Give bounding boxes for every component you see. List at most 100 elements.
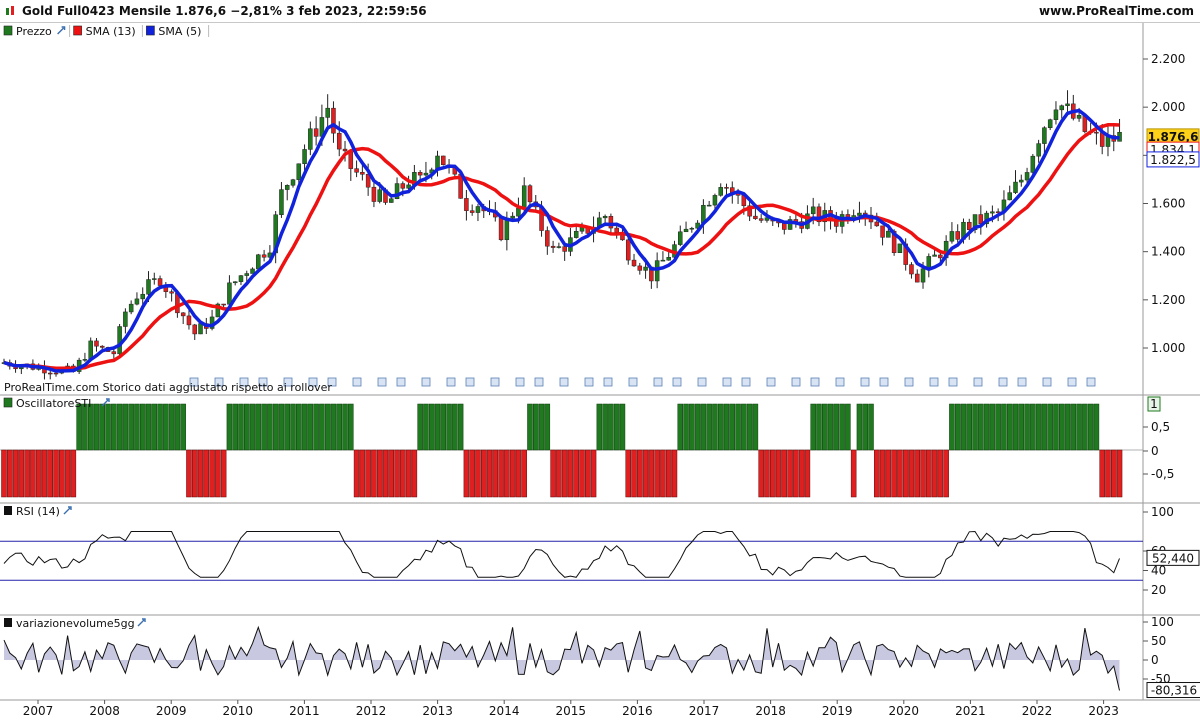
event-marker-icon[interactable] (791, 377, 801, 387)
event-marker-icon[interactable] (628, 377, 638, 387)
year-label: 2015 (556, 704, 587, 718)
event-marker-icon[interactable] (446, 377, 456, 387)
event-marker-icon[interactable] (534, 377, 544, 387)
event-marker-icon[interactable] (998, 377, 1008, 387)
candle (296, 163, 302, 180)
sti-bar (897, 449, 903, 498)
event-marker-icon[interactable] (584, 377, 594, 387)
chart-canvas[interactable]: 2.2002.0001.8001.6001.4001.2001.000Prezz… (0, 0, 1200, 720)
candle (643, 266, 648, 271)
event-marker-icon[interactable] (722, 377, 732, 387)
candle (631, 259, 637, 267)
sti-bar (122, 403, 129, 451)
event-marker-icon[interactable] (396, 377, 406, 387)
candle (82, 359, 88, 361)
event-marker-icon[interactable] (948, 377, 958, 387)
year-label: 2023 (1088, 704, 1119, 718)
candle (279, 189, 284, 215)
candle (938, 254, 943, 259)
candle (360, 172, 365, 175)
candle (521, 185, 527, 209)
event-marker-icon[interactable] (929, 377, 939, 387)
sti-bar (1018, 403, 1025, 451)
sti-bar (209, 449, 215, 498)
candle (573, 230, 579, 238)
event-marker-icon[interactable] (1042, 377, 1052, 387)
sti-bar (1082, 403, 1088, 451)
sti-bar (417, 403, 423, 451)
sti-bar (238, 403, 244, 451)
candle (134, 298, 140, 305)
candle (400, 183, 406, 189)
sti-bar (498, 449, 504, 498)
event-marker-icon[interactable] (421, 377, 431, 387)
candle (545, 230, 550, 247)
candle (614, 227, 619, 233)
candle (1047, 119, 1053, 128)
event-marker-icon[interactable] (490, 377, 500, 387)
sti-bar (931, 449, 938, 498)
event-marker-icon[interactable] (603, 377, 613, 387)
candle (874, 221, 880, 227)
event-marker-icon[interactable] (352, 377, 362, 387)
event-marker-icon[interactable] (1086, 377, 1096, 387)
sti-bar (128, 403, 134, 451)
event-marker-icon[interactable] (697, 377, 707, 387)
candle (469, 210, 475, 213)
sti-bar (862, 403, 868, 451)
sti-bar (527, 403, 533, 451)
event-marker-icon[interactable] (1067, 377, 1077, 387)
candle (186, 315, 192, 326)
event-marker-icon[interactable] (559, 377, 569, 387)
event-marker-icon[interactable] (653, 377, 663, 387)
sti-bar (330, 403, 337, 451)
event-marker-icon[interactable] (377, 377, 387, 387)
wrench-icon[interactable] (63, 506, 72, 515)
sti-bar (995, 403, 1001, 451)
event-marker-icon[interactable] (835, 377, 845, 387)
sti-bar (394, 449, 400, 498)
event-marker-icon[interactable] (672, 377, 682, 387)
sti-bar (538, 403, 545, 451)
candle (354, 168, 359, 173)
sti-bar (59, 449, 65, 498)
event-marker-icon[interactable] (515, 377, 525, 387)
sti-bar (53, 449, 59, 498)
rsi-tick-label: 20 (1151, 583, 1166, 597)
wrench-icon[interactable] (57, 26, 66, 35)
chart-window: Gold Full0423 Mensile 1.876,6 −2,81% 3 f… (0, 0, 1200, 720)
event-marker-icon[interactable] (860, 377, 870, 387)
sti-bar (590, 449, 597, 498)
sti-bar (648, 449, 655, 498)
candle (654, 260, 660, 282)
event-marker-icon[interactable] (766, 377, 776, 387)
event-marker-icon[interactable] (1017, 377, 1027, 387)
sti-bar (810, 403, 816, 451)
candle (342, 148, 348, 152)
candle (810, 206, 816, 215)
sti-bar (492, 449, 499, 498)
sti-bar (400, 449, 406, 498)
event-marker-icon[interactable] (741, 377, 751, 387)
event-marker-icon[interactable] (879, 377, 889, 387)
year-label: 2018 (755, 704, 786, 718)
sti-bar (694, 403, 701, 451)
sti-bar (116, 403, 123, 451)
sti-bar (35, 449, 42, 498)
wrench-icon[interactable] (137, 618, 146, 627)
event-marker-icon[interactable] (810, 377, 820, 387)
sti-bar (64, 449, 71, 498)
candle (955, 231, 960, 240)
rsi-value-label: 52,440 (1152, 551, 1194, 565)
sti-bar (723, 403, 730, 451)
sti-bar (683, 403, 689, 451)
sti-bar (342, 403, 348, 451)
sti-bar (874, 449, 880, 498)
event-marker-icon[interactable] (973, 377, 983, 387)
candle (192, 324, 197, 335)
event-marker-icon[interactable] (904, 377, 914, 387)
event-marker-icon[interactable] (465, 377, 475, 387)
sti-bar (816, 403, 822, 451)
rsi-tick-label: 100 (1151, 505, 1174, 519)
candle (302, 149, 307, 165)
